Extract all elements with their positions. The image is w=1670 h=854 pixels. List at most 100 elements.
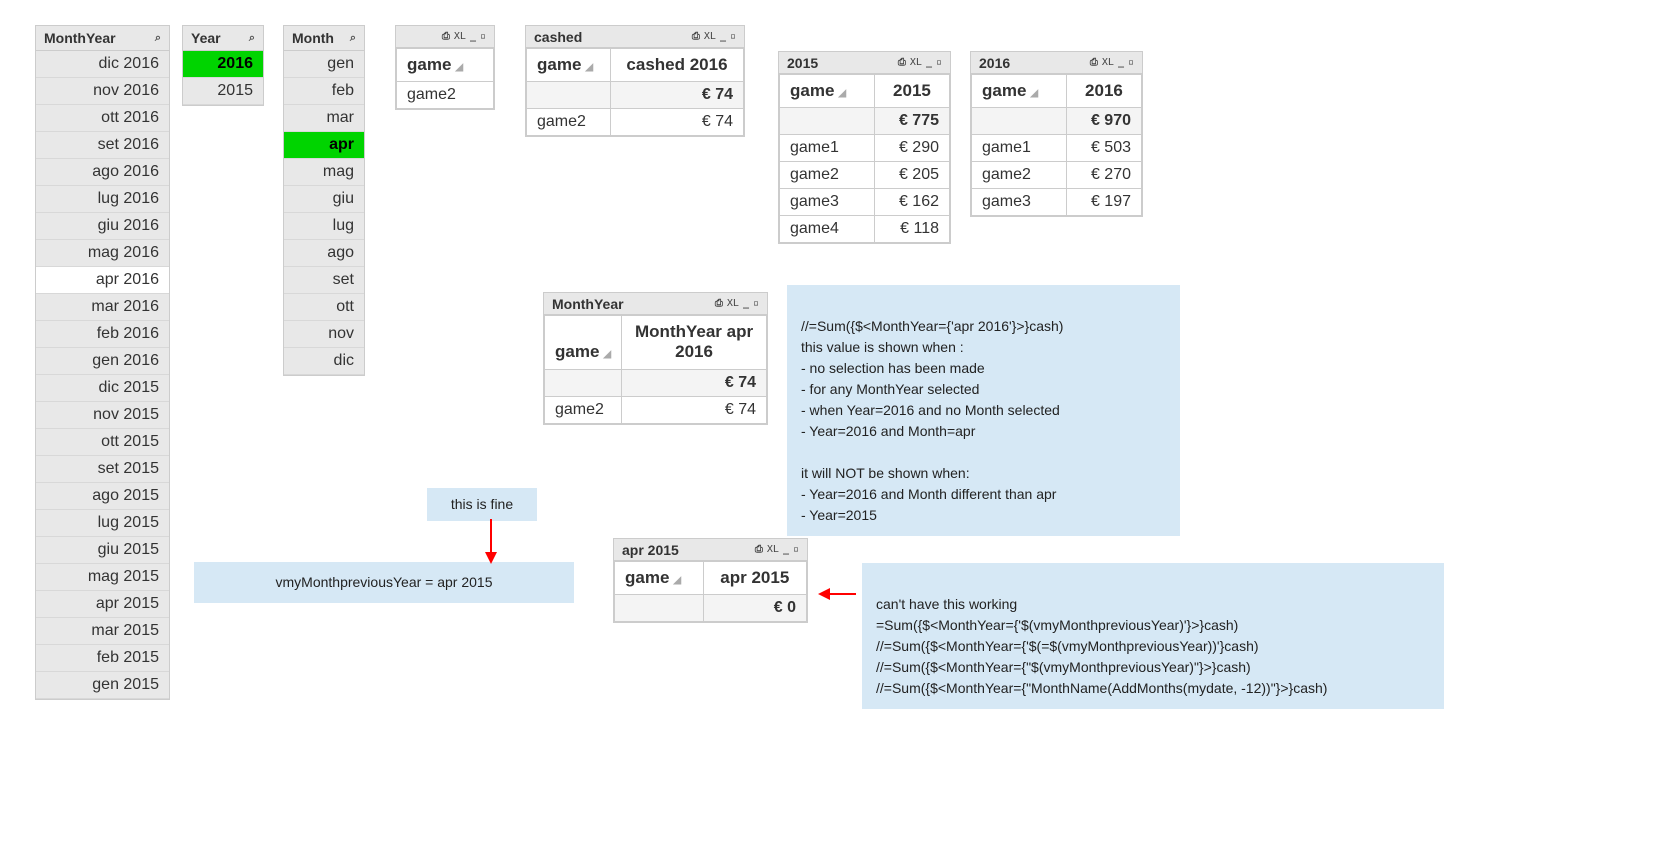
minimize-icon[interactable]: _ (470, 31, 476, 42)
listbox-item[interactable]: lug 2016 (36, 186, 169, 213)
print-icon[interactable]: ⎙ (442, 31, 450, 42)
listbox-year[interactable]: Year ⌕ 20162015 (182, 25, 264, 106)
export-xl-icon[interactable]: XL (1102, 57, 1114, 68)
column-header-game[interactable]: game◢ (527, 49, 611, 82)
listbox-item[interactable]: 2015 (183, 78, 263, 105)
search-icon[interactable]: ⌕ (350, 32, 356, 45)
chart-toolbar: ⎙ XL _ ▫ (442, 31, 486, 42)
table-row[interactable]: game2€ 205 (780, 162, 950, 189)
listbox-item[interactable]: ago 2016 (36, 159, 169, 186)
chart-2016[interactable]: 2016 ⎙ XL _ ▫ game◢2016€ 970game1€ 503ga… (970, 51, 1143, 217)
listbox-item[interactable]: nov 2016 (36, 78, 169, 105)
listbox-item[interactable]: feb 2016 (36, 321, 169, 348)
listbox-item[interactable]: apr 2015 (36, 591, 169, 618)
listbox-item[interactable]: mar 2015 (36, 618, 169, 645)
table-row[interactable]: game1€ 503 (972, 135, 1142, 162)
listbox-monthyear[interactable]: MonthYear ⌕ dic 2016nov 2016ott 2016set … (35, 25, 170, 700)
print-icon[interactable]: ⎙ (755, 544, 763, 555)
listbox-item[interactable]: ago 2015 (36, 483, 169, 510)
listbox-item[interactable]: nov 2015 (36, 402, 169, 429)
column-header-expr[interactable]: MonthYear apr 2016 (622, 316, 767, 370)
listbox-item[interactable]: giu 2016 (36, 213, 169, 240)
listbox-item[interactable]: feb 2015 (36, 645, 169, 672)
search-icon[interactable]: ⌕ (249, 32, 255, 45)
column-header-game[interactable]: game◢ (615, 562, 704, 595)
listbox-item[interactable]: ott 2015 (36, 429, 169, 456)
maximize-icon[interactable]: ▫ (936, 57, 942, 68)
maximize-icon[interactable]: ▫ (1128, 57, 1134, 68)
chart-2015[interactable]: 2015 ⎙ XL _ ▫ game◢2015€ 775game1€ 290ga… (778, 51, 951, 244)
listbox-item[interactable]: dic 2016 (36, 51, 169, 78)
listbox-item[interactable]: set 2016 (36, 132, 169, 159)
listbox-body: genfebmaraprmaggiulugagosetottnovdic (284, 51, 364, 375)
listbox-item[interactable]: set 2015 (36, 456, 169, 483)
listbox-item[interactable]: giu (284, 186, 364, 213)
column-header-expr[interactable]: 2016 (1066, 75, 1141, 108)
minimize-icon[interactable]: _ (783, 544, 789, 555)
chart-apr2015[interactable]: apr 2015 ⎙ XL _ ▫ game◢ apr 2015 € 0 (613, 538, 808, 623)
table-row[interactable]: game2€ 74 (545, 396, 767, 423)
maximize-icon[interactable]: ▫ (793, 544, 799, 555)
export-xl-icon[interactable]: XL (767, 544, 779, 555)
listbox-item[interactable]: 2016 (183, 51, 263, 78)
column-header-game[interactable]: game◢ (545, 316, 622, 370)
export-xl-icon[interactable]: XL (727, 298, 739, 309)
table-row[interactable]: game2€ 74 (527, 109, 744, 136)
listbox-item[interactable]: gen 2015 (36, 672, 169, 699)
listbox-item[interactable]: mag (284, 159, 364, 186)
total-row: € 0 (615, 595, 807, 622)
listbox-item[interactable]: nov (284, 321, 364, 348)
chart-game-simple[interactable]: . ⎙ XL _ ▫ game◢ game2 (395, 25, 495, 110)
chart-cashed[interactable]: cashed ⎙ XL _ ▫ game◢ cashed 2016 € 74 g… (525, 25, 745, 137)
listbox-item[interactable]: lug 2015 (36, 510, 169, 537)
column-header-game[interactable]: game◢ (397, 49, 494, 82)
listbox-item[interactable]: lug (284, 213, 364, 240)
listbox-month[interactable]: Month ⌕ genfebmaraprmaggiulugagosetottno… (283, 25, 365, 376)
minimize-icon[interactable]: _ (720, 31, 726, 42)
print-icon[interactable]: ⎙ (898, 57, 906, 68)
listbox-item[interactable]: apr 2016 (36, 267, 169, 294)
chart-title: 2015 (787, 55, 818, 71)
listbox-item[interactable]: mar 2016 (36, 294, 169, 321)
listbox-item[interactable]: mar (284, 105, 364, 132)
table-row[interactable]: game3€ 197 (972, 189, 1142, 216)
column-header-game[interactable]: game◢ (780, 75, 875, 108)
maximize-icon[interactable]: ▫ (480, 31, 486, 42)
listbox-item[interactable]: feb (284, 78, 364, 105)
listbox-item[interactable]: dic 2015 (36, 375, 169, 402)
maximize-icon[interactable]: ▫ (753, 298, 759, 309)
listbox-item[interactable]: gen 2016 (36, 348, 169, 375)
listbox-item[interactable]: giu 2015 (36, 537, 169, 564)
column-header-game[interactable]: game◢ (972, 75, 1067, 108)
search-icon[interactable]: ⌕ (155, 32, 161, 45)
listbox-item[interactable]: mag 2015 (36, 564, 169, 591)
minimize-icon[interactable]: _ (926, 57, 932, 68)
table-row[interactable]: game3€ 162 (780, 189, 950, 216)
print-icon[interactable]: ⎙ (1090, 57, 1098, 68)
export-xl-icon[interactable]: XL (704, 31, 716, 42)
listbox-item[interactable]: ott (284, 294, 364, 321)
print-icon[interactable]: ⎙ (692, 31, 700, 42)
listbox-item[interactable]: gen (284, 51, 364, 78)
listbox-item[interactable]: apr (284, 132, 364, 159)
column-header-expr[interactable]: apr 2015 (703, 562, 806, 595)
column-header-expr[interactable]: cashed 2016 (610, 49, 743, 82)
listbox-item[interactable]: ago (284, 240, 364, 267)
listbox-item[interactable]: mag 2016 (36, 240, 169, 267)
chart-monthyear[interactable]: MonthYear ⎙ XL _ ▫ game◢ MonthYear apr 2… (543, 292, 768, 425)
print-icon[interactable]: ⎙ (715, 298, 723, 309)
minimize-icon[interactable]: _ (1118, 57, 1124, 68)
export-xl-icon[interactable]: XL (910, 57, 922, 68)
column-header-expr[interactable]: 2015 (874, 75, 949, 108)
maximize-icon[interactable]: ▫ (730, 31, 736, 42)
minimize-icon[interactable]: _ (743, 298, 749, 309)
listbox-item[interactable]: ott 2016 (36, 105, 169, 132)
chart-title: apr 2015 (622, 542, 679, 558)
listbox-item[interactable]: dic (284, 348, 364, 375)
table-row[interactable]: game2€ 270 (972, 162, 1142, 189)
export-xl-icon[interactable]: XL (454, 31, 466, 42)
table-row[interactable]: game2 (397, 82, 494, 109)
table-row[interactable]: game1€ 290 (780, 135, 950, 162)
table-row[interactable]: game4€ 118 (780, 216, 950, 243)
listbox-item[interactable]: set (284, 267, 364, 294)
